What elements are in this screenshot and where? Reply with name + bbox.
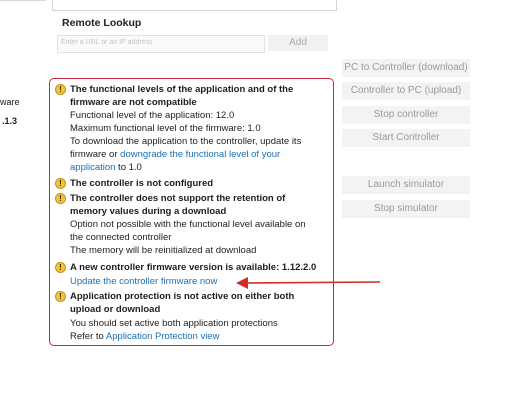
- message-title-cont: memory values during a download: [70, 206, 227, 217]
- stop-simulator-button[interactable]: Stop simulator: [342, 200, 470, 218]
- downgrade-functional-level-link-cont[interactable]: application: [70, 162, 115, 173]
- message-text: Functional level of the application: 12.…: [70, 110, 235, 121]
- message-title-cont: firmware are not compatible: [70, 97, 197, 108]
- message-text: Refer to: [70, 331, 106, 342]
- left-divider: [0, 0, 46, 1]
- url-input[interactable]: Enter a URL or an IP address: [57, 35, 265, 53]
- message-text: Maximum functional level of the firmware…: [70, 123, 261, 134]
- message-text-with-link: firmware or downgrade the functional lev…: [70, 149, 280, 161]
- top-panel-fragment: [52, 0, 337, 11]
- stop-controller-button[interactable]: Stop controller: [342, 106, 470, 124]
- message-text: to 1.0: [115, 162, 142, 173]
- message-text: You should set active both application p…: [70, 318, 278, 329]
- pc-to-controller-button[interactable]: PC to Controller (download): [342, 59, 470, 77]
- message-text: The memory will be reinitialized at down…: [70, 245, 257, 256]
- warning-icon: !: [55, 193, 66, 204]
- arrow-head: [236, 277, 248, 289]
- warning-icon: !: [55, 178, 66, 189]
- message-text-with-link: application to 1.0: [70, 162, 142, 174]
- left-partial-label: ware: [0, 97, 20, 107]
- controller-to-pc-button[interactable]: Controller to PC (upload): [342, 82, 470, 100]
- message-text: the connected controller: [70, 232, 172, 243]
- message-title: The functional levels of the application…: [70, 84, 294, 95]
- left-partial-value: .1.3: [2, 116, 18, 126]
- warning-icon: !: [55, 84, 66, 95]
- message-text: firmware or: [70, 149, 121, 160]
- update-firmware-link[interactable]: Update the controller firmware now: [70, 276, 217, 288]
- warning-icon: !: [55, 291, 66, 302]
- message-text-with-link: Refer to Application Protection view: [70, 331, 219, 343]
- start-controller-button[interactable]: Start Controller: [342, 129, 470, 147]
- message-title: The controller does not support the rete…: [70, 193, 286, 204]
- arrow-shaft: [245, 281, 381, 284]
- remote-lookup-title: Remote Lookup: [62, 17, 142, 29]
- warning-icon: !: [55, 262, 66, 273]
- message-text: To download the application to the contr…: [70, 136, 302, 147]
- message-title: The controller is not configured: [70, 178, 214, 189]
- application-protection-view-link[interactable]: Application Protection view: [106, 331, 220, 342]
- message-title: Application protection is not active on …: [70, 291, 295, 302]
- message-text: Option not possible with the functional …: [70, 219, 306, 230]
- red-arrow-annotation: [236, 277, 381, 289]
- downgrade-functional-level-link[interactable]: downgrade the functional level of your: [120, 149, 280, 160]
- add-button[interactable]: Add: [268, 35, 328, 51]
- message-title-cont: upload or download: [70, 304, 161, 315]
- launch-simulator-button[interactable]: Launch simulator: [342, 176, 470, 194]
